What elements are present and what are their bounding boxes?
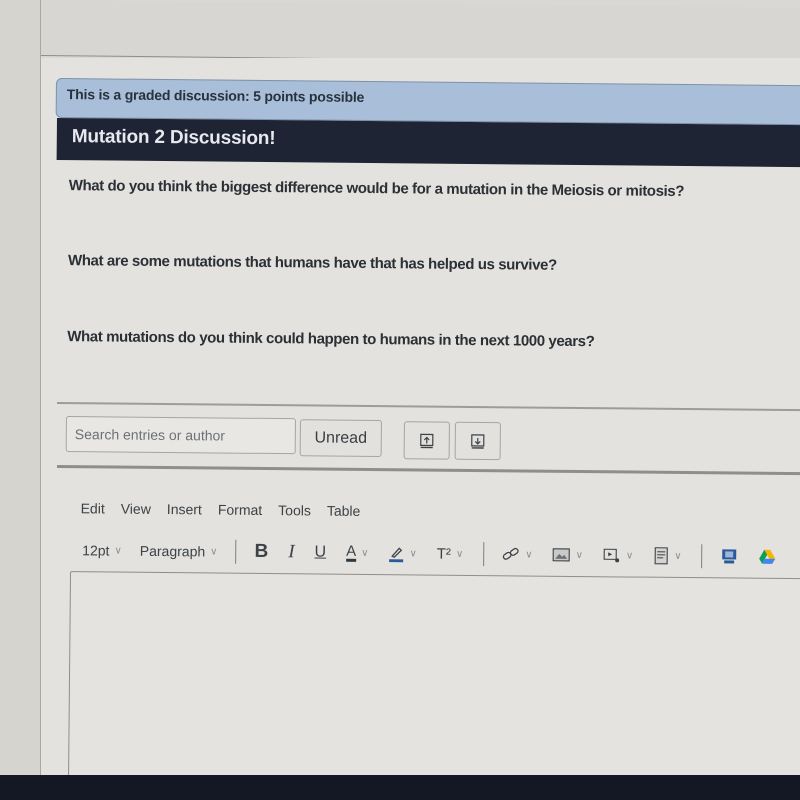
menu-tools[interactable]: Tools [278,502,311,518]
search-entries-input[interactable] [65,416,296,455]
menu-view[interactable]: View [121,501,151,517]
collapse-threads-icon [420,433,434,449]
font-size-value: 12pt [82,542,110,559]
chevron-down-icon: ∨ [575,549,584,561]
toolbar-separator [235,539,237,564]
left-rail [0,0,41,775]
underline-button[interactable]: U [314,543,327,561]
chevron-down-icon: ∨ [674,550,682,562]
highlighter-icon [389,547,404,563]
document-icon [654,547,668,565]
chevron-down-icon: ∨ [114,545,122,557]
menu-edit[interactable]: Edit [81,500,105,516]
chevron-down-icon: ∨ [361,547,369,559]
chevron-down-icon: ∨ [210,545,218,558]
editor-content-area[interactable] [67,571,800,799]
chevron-down-icon: ∨ [409,547,417,559]
chevron-down-icon: ∨ [455,548,464,560]
text-color-button[interactable]: A ∨ [346,542,369,562]
apps-button[interactable] [721,547,739,565]
expand-threads-icon [471,434,485,449]
discussion-filter-bar: Unread [65,416,800,467]
toolbar-separator [483,542,485,567]
menu-table[interactable]: Table [327,503,361,519]
image-icon [553,548,571,562]
question-1: What do you think the biggest difference… [68,177,685,201]
screen-bezel [0,775,800,800]
question-3: What mutations do you think could happen… [67,328,595,351]
editor-menubar: Edit View Insert Format Tools Table [81,500,361,519]
superscript-button[interactable]: T² ∨ [437,545,464,562]
underline-icon: U [314,543,327,561]
unread-filter-button[interactable]: Unread [299,419,382,458]
highlight-color-button[interactable]: ∨ [388,544,417,563]
bold-icon: B [254,540,269,563]
apps-icon [722,549,737,564]
editor-toolbar: 12pt ∨ Paragraph ∨ B I U A ∨ ∨ T² ∨ ∨ ∨ … [82,538,797,569]
text-color-icon: A [346,542,357,562]
font-size-select[interactable]: 12pt ∨ [82,542,122,558]
italic-icon: I [288,541,295,563]
italic-button[interactable]: I [288,541,295,563]
google-drive-button[interactable] [759,549,777,565]
link-button[interactable]: ∨ [502,546,533,562]
block-format-select[interactable]: Paragraph ∨ [140,543,218,560]
menu-format[interactable]: Format [218,502,262,518]
image-button[interactable]: ∨ [553,547,583,563]
rich-text-editor: Edit View Insert Format Tools Table 12pt… [54,470,800,799]
bold-button[interactable]: B [254,541,268,563]
chevron-down-icon: ∨ [625,549,634,562]
chevron-down-icon: ∨ [525,548,533,561]
question-2: What are some mutations that humans have… [67,252,557,274]
discussion-prompt: What do you think the biggest difference… [55,160,800,417]
toolbar-separator [701,544,703,569]
discussion-title: Mutation 2 Discussion! [56,118,800,168]
expand-threads-button[interactable] [454,421,501,461]
media-button[interactable]: ∨ [603,547,633,563]
collapse-threads-button[interactable] [403,421,450,460]
document-button[interactable]: ∨ [653,547,682,565]
page-header-area [41,0,800,64]
menu-insert[interactable]: Insert [167,501,202,517]
block-format-value: Paragraph [139,542,206,560]
link-icon [502,547,519,560]
google-drive-icon [759,549,776,564]
media-icon [603,548,619,563]
superscript-icon: T² [436,545,452,563]
